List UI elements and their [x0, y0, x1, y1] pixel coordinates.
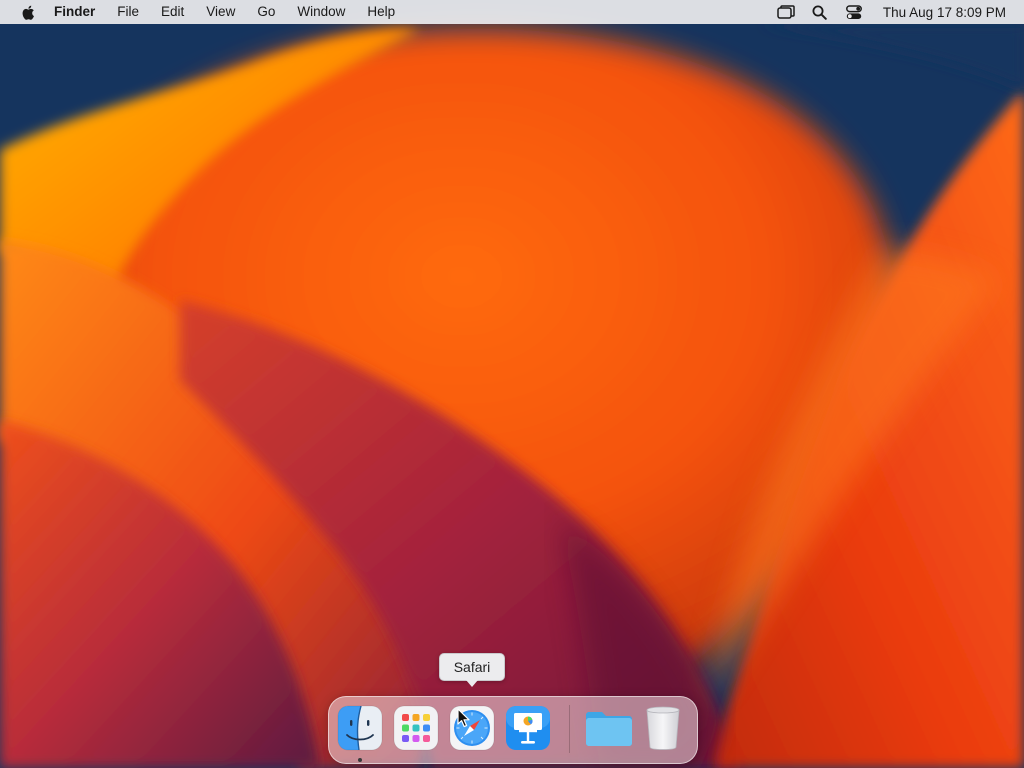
dock-item-folder[interactable]	[583, 705, 632, 751]
dock-item-safari[interactable]	[449, 705, 495, 751]
dock-tooltip: Safari	[439, 653, 505, 687]
menu-bar-status-area: Thu Aug 17 8:09 PM	[769, 0, 1024, 24]
dock-item-keynote[interactable]	[505, 705, 551, 751]
menu-window[interactable]: Window	[286, 0, 356, 24]
trash-icon	[646, 706, 680, 750]
menu-file[interactable]: File	[106, 0, 150, 24]
folder-icon	[586, 712, 632, 746]
keynote-icon	[506, 706, 550, 750]
dock-tooltip-label: Safari	[453, 659, 491, 675]
menu-view[interactable]: View	[195, 0, 246, 24]
dock-item-finder[interactable]	[337, 705, 383, 751]
dock-separator	[569, 705, 570, 753]
apple-logo-icon[interactable]	[18, 3, 36, 21]
safari-icon	[449, 705, 495, 751]
wallpaper-art	[0, 0, 1024, 768]
control-center-icon[interactable]	[844, 3, 864, 21]
dock-item-trash[interactable]	[643, 705, 689, 751]
finder-running-indicator	[358, 758, 362, 762]
screen-mirroring-icon[interactable]	[776, 3, 796, 21]
menu-bar: Finder File Edit View Go Window Help Thu…	[0, 0, 1024, 24]
menu-app-name[interactable]: Finder	[54, 0, 106, 24]
dock	[328, 696, 698, 764]
desktop-wallpaper	[0, 0, 1024, 768]
mouse-cursor-icon	[457, 708, 471, 728]
launchpad-icon	[393, 705, 439, 751]
dock-item-launchpad[interactable]	[393, 705, 439, 751]
finder-icon	[337, 705, 383, 751]
menu-help[interactable]: Help	[356, 0, 406, 24]
menu-bar-clock[interactable]: Thu Aug 17 8:09 PM	[883, 5, 1006, 20]
search-icon[interactable]	[810, 3, 830, 21]
menu-go[interactable]: Go	[246, 0, 286, 24]
menu-edit[interactable]: Edit	[150, 0, 195, 24]
